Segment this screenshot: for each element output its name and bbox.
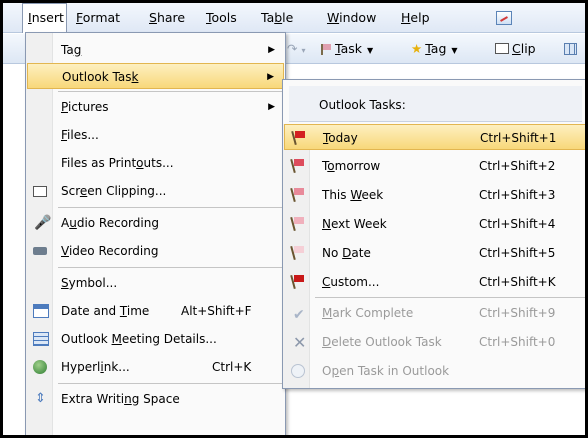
menu-item-hyperlink[interactable]: Hyperlink... Ctrl+K: [27, 354, 284, 380]
submenu-arrow-icon: ▶: [268, 102, 275, 112]
clip-button[interactable]: Clip: [495, 34, 536, 64]
flag-icon: [290, 158, 304, 174]
red-flag-icon: [291, 130, 305, 146]
tag-button[interactable]: ★ Tag ▼: [411, 34, 458, 64]
menu-table[interactable]: Table: [261, 3, 293, 33]
menu-bar: Insert Format Share Tools Table Window H…: [3, 3, 585, 33]
shortcut-label: Ctrl+K: [212, 360, 252, 374]
task-button[interactable]: Task ▼: [321, 34, 373, 64]
menu-format[interactable]: Format: [76, 3, 120, 33]
outlook-task-submenu: Outlook Tasks: Today Ctrl+Shift+1 Tomorr…: [282, 79, 585, 389]
menu-item-files-as-printouts[interactable]: Files as Printouts...: [27, 150, 284, 176]
shortcut-label: Ctrl+Shift+K: [479, 275, 556, 289]
checkmark-icon: ✔: [293, 307, 305, 323]
menu-item-next-week[interactable]: Next Week Ctrl+Shift+4: [284, 211, 585, 237]
menu-item-mark-complete[interactable]: ✔ Mark Complete Ctrl+Shift+9: [284, 300, 585, 326]
menu-item-tag[interactable]: Tag ▶: [27, 37, 284, 63]
menu-help[interactable]: Help: [401, 3, 430, 33]
submenu-arrow-icon: ▶: [267, 72, 274, 82]
submenu-header: Outlook Tasks:: [289, 86, 582, 122]
menu-item-screen-clipping[interactable]: Screen Clipping...: [27, 178, 284, 204]
menu-item-pictures[interactable]: Pictures ▶: [27, 94, 284, 120]
open-task-icon: [291, 364, 305, 378]
screen-clipping-icon: [33, 186, 47, 197]
menu-item-open-task-in-outlook[interactable]: Open Task in Outlook: [284, 358, 585, 384]
clip-icon: [495, 43, 509, 54]
shortcut-label: Alt+Shift+F: [181, 304, 252, 318]
menu-item-custom[interactable]: Custom... Ctrl+Shift+K: [284, 269, 585, 295]
flag-icon: [290, 187, 304, 203]
menu-divider: [58, 383, 283, 384]
video-camera-icon: [33, 247, 47, 255]
menu-item-tomorrow[interactable]: Tomorrow Ctrl+Shift+2: [284, 153, 585, 179]
shortcut-label: Ctrl+Shift+5: [479, 246, 556, 260]
insert-menu: Tag ▶ Outlook Task ▶ Pictures ▶ Files...…: [25, 32, 286, 435]
red-flag-icon: [290, 274, 304, 290]
star-icon: ★: [411, 41, 423, 56]
menu-window[interactable]: Window: [327, 3, 376, 33]
menu-divider: [58, 207, 283, 208]
help-icon[interactable]: [496, 11, 512, 25]
flag-icon: [321, 44, 331, 55]
hyperlink-icon: [33, 360, 47, 374]
flag-icon: [290, 216, 304, 232]
shortcut-label: Ctrl+Shift+1: [480, 131, 557, 145]
menu-item-files[interactable]: Files...: [27, 122, 284, 148]
table-icon[interactable]: [564, 43, 577, 55]
menu-divider: [315, 297, 585, 298]
app-window: Insert Format Share Tools Table Window H…: [3, 3, 585, 435]
menu-divider: [58, 267, 283, 268]
menu-item-this-week[interactable]: This Week Ctrl+Shift+3: [284, 182, 585, 208]
menu-item-extra-writing-space[interactable]: ⇕ Extra Writing Space: [27, 386, 284, 412]
menu-item-outlook-meeting-details[interactable]: Outlook Meeting Details...: [27, 326, 284, 352]
menu-item-outlook-task[interactable]: Outlook Task ▶: [27, 63, 284, 89]
shortcut-label: Ctrl+Shift+9: [479, 306, 556, 320]
menu-tools[interactable]: Tools: [206, 3, 237, 33]
calendar-icon: [33, 304, 49, 318]
menu-item-no-date[interactable]: No Date Ctrl+Shift+5: [284, 240, 585, 266]
flag-icon: [290, 245, 304, 261]
meeting-details-icon: [33, 332, 49, 346]
shortcut-label: Ctrl+Shift+4: [479, 217, 556, 231]
menu-share[interactable]: Share: [149, 3, 185, 33]
shortcut-label: Ctrl+Shift+2: [479, 159, 556, 173]
menu-divider: [58, 91, 283, 92]
menu-item-delete-outlook-task[interactable]: ✕ Delete Outlook Task Ctrl+Shift+0: [284, 329, 585, 355]
menu-insert[interactable]: Insert: [22, 3, 67, 33]
menu-item-today[interactable]: Today Ctrl+Shift+1: [284, 124, 585, 150]
submenu-arrow-icon: ▶: [268, 45, 275, 55]
menu-item-date-and-time[interactable]: Date and Time Alt+Shift+F: [27, 298, 284, 324]
shortcut-label: Ctrl+Shift+3: [479, 188, 556, 202]
menu-item-video-recording[interactable]: Video Recording: [27, 238, 284, 264]
redo-icon[interactable]: ↷ ▾: [287, 34, 305, 64]
microphone-icon: 🎤: [34, 215, 52, 231]
delete-icon: ✕: [293, 333, 307, 352]
writing-space-icon: ⇕: [35, 391, 46, 406]
menu-item-symbol[interactable]: Symbol...: [27, 270, 284, 296]
shortcut-label: Ctrl+Shift+0: [479, 335, 556, 349]
menu-item-audio-recording[interactable]: 🎤 Audio Recording: [27, 210, 284, 236]
